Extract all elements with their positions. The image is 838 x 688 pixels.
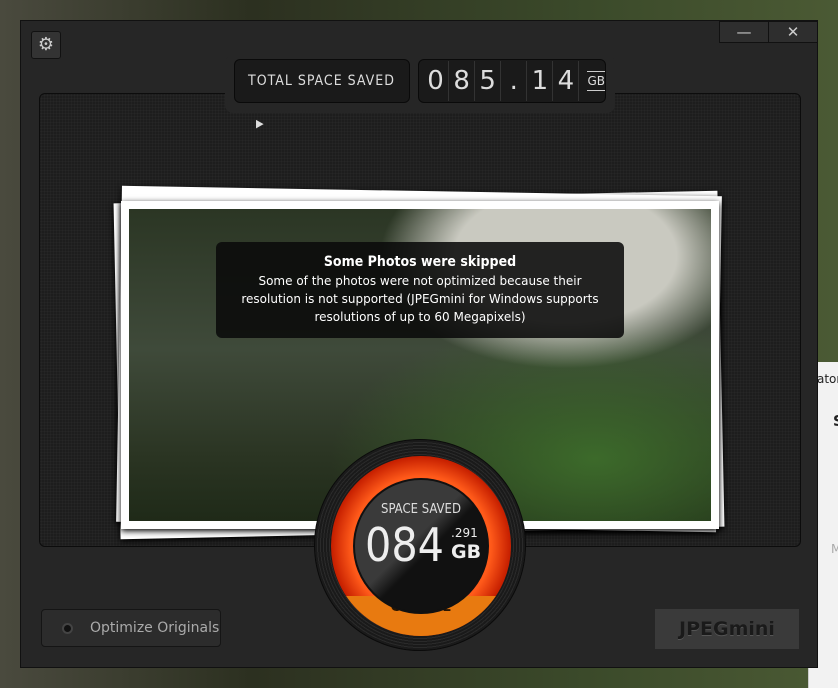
space-saved-value: 084 bbox=[365, 518, 444, 572]
total-space-saved-label: TOTAL SPACE SAVED bbox=[248, 73, 395, 89]
progress-ring: CHOOSE SPACE SAVED 084 .291 GB bbox=[331, 456, 511, 636]
bg-text: M bbox=[831, 542, 838, 556]
optimize-originals-label: Optimize Originals bbox=[90, 620, 220, 636]
dial-face: SPACE SAVED 084 .291 GB bbox=[353, 478, 489, 614]
total-space-saved-button[interactable]: TOTAL SPACE SAVED ▶ bbox=[234, 59, 410, 130]
space-saved-label: SPACE SAVED bbox=[381, 502, 461, 517]
counter-unit: GB bbox=[587, 71, 605, 91]
play-arrow-icon: ▶ bbox=[256, 117, 265, 130]
space-saved-unit: GB bbox=[451, 541, 482, 563]
space-saved-decimal: .291 bbox=[451, 526, 478, 540]
minimize-button[interactable]: — bbox=[719, 21, 769, 43]
bg-text: S bbox=[833, 412, 838, 430]
skipped-photos-message: Some Photos were skipped Some of the pho… bbox=[216, 242, 624, 338]
counter-digit: 0 bbox=[423, 61, 450, 101]
jpegmini-window: ⚙ — ✕ TOTAL SPACE SAVED ▶ 0 8 5 . 1 4 GB… bbox=[20, 20, 818, 668]
settings-gear-icon[interactable]: ⚙ bbox=[31, 31, 61, 59]
toggle-indicator-icon bbox=[62, 623, 73, 634]
message-title: Some Photos were skipped bbox=[323, 254, 517, 270]
close-button[interactable]: ✕ bbox=[768, 21, 818, 43]
optimize-originals-toggle[interactable]: Optimize Originals bbox=[41, 609, 221, 647]
space-saved-dial: CHOOSE SPACE SAVED 084 .291 GB bbox=[314, 439, 526, 651]
counter-digit: 8 bbox=[449, 61, 476, 101]
bg-text: ator bbox=[817, 372, 838, 386]
counter-digit: . bbox=[501, 61, 528, 101]
counter-digit: 1 bbox=[527, 61, 554, 101]
counter-digit: 5 bbox=[475, 61, 502, 101]
counter-digit: 4 bbox=[553, 61, 580, 101]
total-counter: 0 8 5 . 1 4 GB bbox=[418, 59, 606, 103]
message-body: Some of the photos were not optimized be… bbox=[241, 274, 599, 324]
jpegmini-logo: JPEGmini bbox=[655, 609, 799, 649]
